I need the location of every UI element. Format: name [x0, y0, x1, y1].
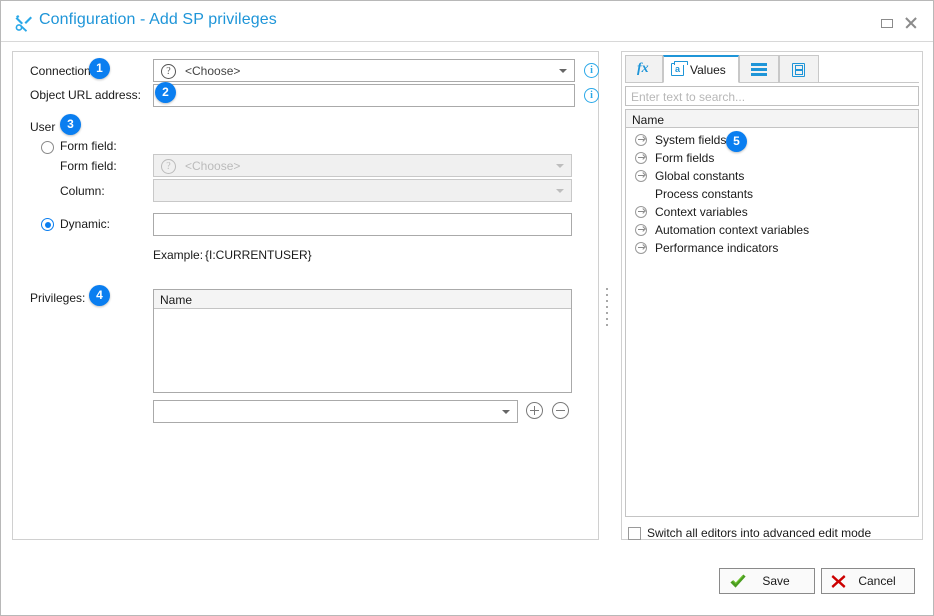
values-tabstrip: fx a Values: [625, 55, 919, 83]
values-tree: System fields Form fields Global constan…: [625, 128, 919, 517]
connection-info-icon[interactable]: i: [584, 63, 599, 78]
badge-2: 2: [155, 82, 176, 103]
tree-item-performance-indicators[interactable]: Performance indicators: [626, 239, 918, 257]
expand-arrow-icon[interactable]: [635, 206, 647, 218]
connection-combo[interactable]: ? <Choose>: [153, 59, 575, 82]
add-privilege-button[interactable]: [526, 402, 543, 419]
tree-item-process-constants[interactable]: Process constants: [626, 185, 918, 203]
function-fx-icon: fx: [637, 61, 649, 76]
tree-item-label: System fields: [655, 133, 727, 147]
remove-privilege-button[interactable]: [552, 402, 569, 419]
tree-item-automation-context-variables[interactable]: Automation context variables: [626, 221, 918, 239]
question-mark-icon: ?: [161, 64, 176, 79]
tab-values-label: Values: [690, 63, 726, 77]
expand-arrow-icon[interactable]: [635, 224, 647, 236]
panel-splitter[interactable]: [605, 288, 609, 333]
expand-arrow-icon[interactable]: [635, 134, 647, 146]
form-field-label: Form field:: [60, 159, 117, 173]
privileges-table[interactable]: Name: [153, 289, 572, 393]
connection-label: Connection:: [30, 64, 95, 78]
values-document-icon: a: [671, 60, 688, 76]
user-group-label: User: [30, 120, 56, 134]
object-url-input[interactable]: [153, 84, 575, 107]
privileges-combo[interactable]: [153, 400, 518, 423]
tab-values[interactable]: a Values: [663, 55, 739, 83]
radio-form-field[interactable]: [41, 141, 54, 154]
tab-function[interactable]: fx: [625, 55, 663, 83]
badge-4: 4: [89, 285, 110, 306]
form-field-value: <Choose>: [185, 159, 241, 173]
column-label: Column:: [60, 184, 105, 198]
boxed-list-icon: [792, 63, 805, 77]
tree-item-global-constants[interactable]: Global constants: [626, 167, 918, 185]
advanced-edit-mode-label: Switch all editors into advanced edit mo…: [647, 526, 872, 540]
radio-dynamic[interactable]: [41, 218, 54, 231]
search-placeholder: Enter text to search...: [631, 90, 746, 104]
dynamic-input[interactable]: [153, 213, 572, 236]
tree-item-label: Form fields: [655, 151, 715, 165]
chevron-down-icon: [556, 164, 564, 168]
maximize-icon[interactable]: [879, 15, 895, 31]
example-value: {I:CURRENTUSER}: [205, 248, 312, 262]
values-panel: fx a Values Enter text to search... Name: [621, 51, 923, 540]
tree-item-system-fields[interactable]: System fields: [626, 131, 918, 149]
tools-icon: [14, 13, 34, 33]
tree-item-label: Performance indicators: [655, 241, 779, 255]
advanced-edit-mode-checkbox[interactable]: [628, 527, 641, 540]
close-icon[interactable]: [903, 15, 919, 31]
badge-5: 5: [726, 131, 747, 152]
column-combo[interactable]: [153, 179, 572, 202]
form-field-combo[interactable]: ? <Choose>: [153, 154, 572, 177]
chevron-down-icon: [502, 410, 510, 414]
cancel-button-label: Cancel: [858, 574, 896, 588]
form-panel: Connection: 1 ? <Choose> i Object URL ad…: [12, 51, 599, 540]
badge-1: 1: [89, 58, 110, 79]
tab-boxed-list[interactable]: [779, 55, 819, 83]
question-mark-icon: ?: [161, 159, 176, 174]
tree-item-form-fields[interactable]: Form fields: [626, 149, 918, 167]
tab-list[interactable]: [739, 55, 779, 83]
tree-item-label: Automation context variables: [655, 223, 810, 237]
save-button-label: Save: [762, 574, 790, 588]
advanced-edit-mode-row[interactable]: Switch all editors into advanced edit mo…: [625, 526, 919, 544]
tree-item-label: Global constants: [655, 169, 745, 183]
radio-form-field-label: Form field:: [60, 139, 117, 153]
values-column-header: Name: [625, 109, 919, 128]
privileges-column-header: Name: [154, 290, 571, 309]
search-input[interactable]: Enter text to search...: [625, 86, 919, 106]
expand-arrow-icon[interactable]: [635, 152, 647, 164]
radio-dynamic-label: Dynamic:: [60, 217, 111, 231]
tree-item-context-variables[interactable]: Context variables: [626, 203, 918, 221]
chevron-down-icon: [556, 189, 564, 193]
title-bar: Configuration - Add SP privileges: [1, 1, 933, 42]
tree-item-label: Process constants: [655, 187, 754, 201]
example-label: Example:: [153, 248, 204, 262]
object-url-info-icon[interactable]: i: [584, 88, 599, 103]
chevron-down-icon: [559, 69, 567, 73]
tree-item-label: Context variables: [655, 205, 748, 219]
expand-arrow-icon[interactable]: [635, 170, 647, 182]
object-url-label: Object URL address:: [30, 88, 141, 102]
configuration-dialog: Configuration - Add SP privileges Connec…: [0, 0, 934, 616]
list-icon: [751, 63, 767, 77]
privileges-label: Privileges:: [30, 291, 86, 305]
window-title: Configuration - Add SP privileges: [39, 11, 277, 28]
save-button[interactable]: Save: [719, 568, 815, 594]
connection-value: <Choose>: [185, 64, 241, 78]
cancel-button[interactable]: Cancel: [821, 568, 915, 594]
expand-arrow-icon[interactable]: [635, 242, 647, 254]
badge-3: 3: [60, 114, 81, 135]
